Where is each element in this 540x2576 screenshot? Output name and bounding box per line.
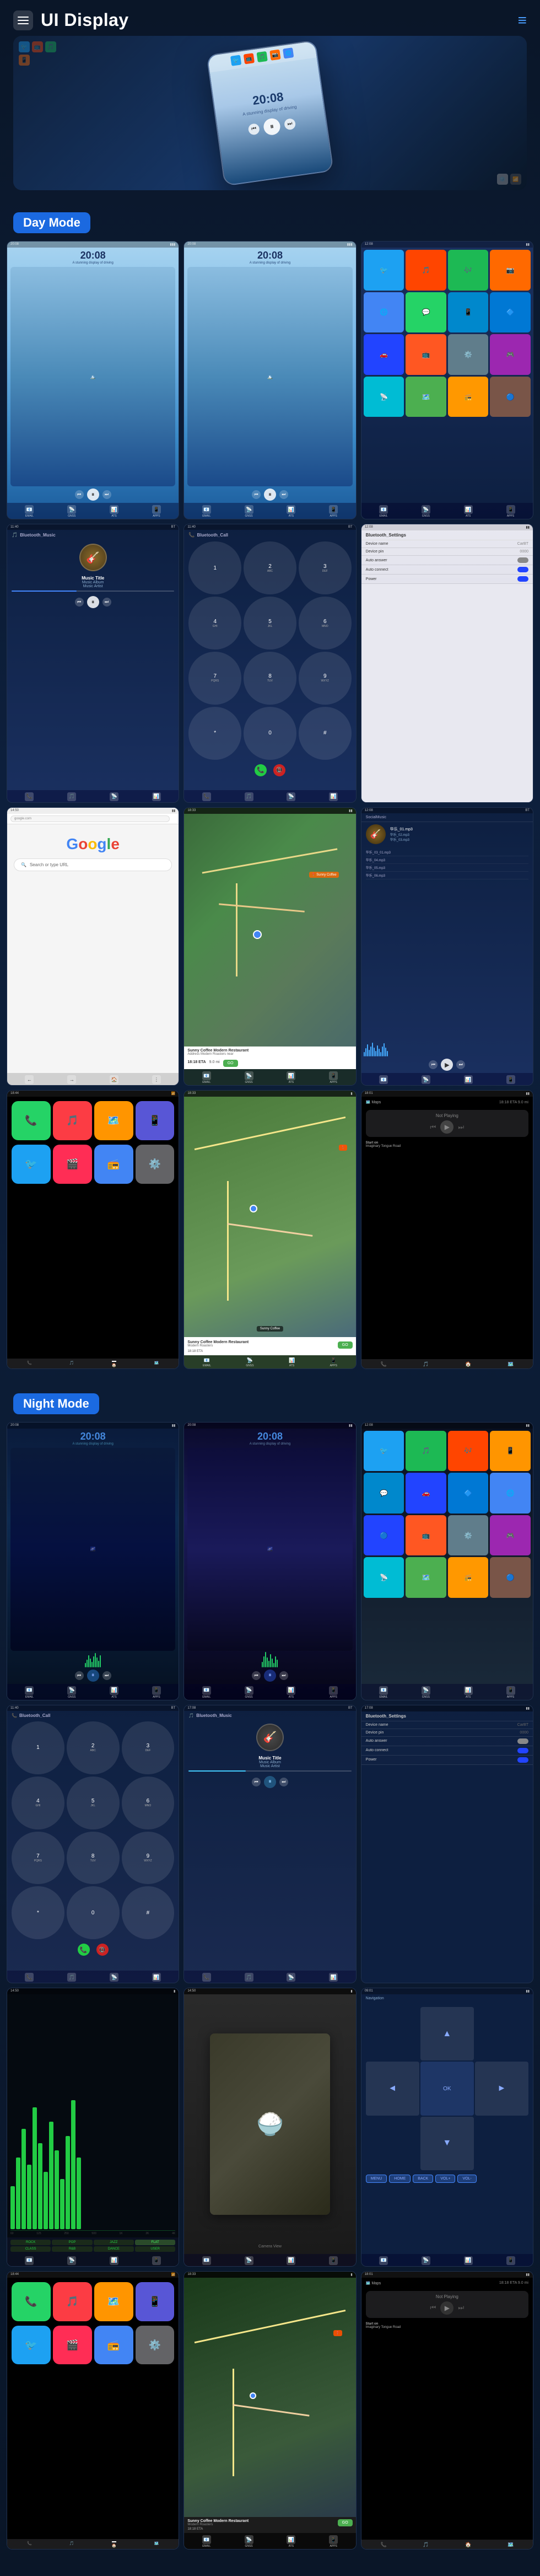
night-auto-connect-row: Auto connect <box>361 1746 533 1756</box>
screen-nav-map-day: 18:33▮ 📍 Sunny Coffee Sunny Coffee Moder… <box>183 1090 356 1368</box>
google-search-bar[interactable]: 🔍 Search or type URL <box>14 858 172 871</box>
power-row: Power <box>361 575 533 584</box>
screen-night-apps: 12:08▮▮ 🐦 🎵 🎶 📱 💬 🚗 🔷 🌐 🔵 📺 ⚙️ 🎮 📡 🗺️ 📻 … <box>361 1422 533 1700</box>
screen-night-crosshair: 09:01▮▮ Navigation ▲ ◄ OK ► ▼ MENU HOME … <box>361 1988 533 2266</box>
day-bt-row: 11:40BT 🎵 Bluetooth_Music 🎸 Music Title … <box>7 524 533 802</box>
night-bt-row: 11:40BT 📞 Bluetooth_Call 1 2ABC 3DEF 4GH… <box>7 1705 533 1983</box>
screen-day-home-1: 20:08▮▮▮ 20:08 A stunning display of dri… <box>7 241 179 519</box>
bt-music-controls: ⏮ ⏸ ⏭ <box>7 594 179 610</box>
day-home-row: 20:08▮▮▮ 20:08 A stunning display of dri… <box>7 241 533 519</box>
night-mode-badge: Night Mode <box>13 1393 99 1414</box>
hero-time: 20:08 <box>252 89 284 108</box>
night-go-button[interactable]: GO <box>338 2519 353 2526</box>
player-controls-1: ⏮ ⏸ ⏭ <box>7 486 179 503</box>
auto-answer-row: Auto answer <box>361 556 533 565</box>
screen-bt-settings: 12:08▮▮ Bluetooth_Settings Device nameCa… <box>361 524 533 802</box>
hero-area: 🐦 📺 🎵 📱 🐦 📺 🎵 📷 🌐 20:08 A stunning displ… <box>13 36 527 190</box>
screen-google: 14:50▮▮ google.com ↻ Google 🔍 Search or … <box>7 807 179 1086</box>
time-display-2: 20:08 <box>184 248 355 261</box>
crosshair-navigation: ▲ ◄ OK ► ▼ <box>361 2003 533 2174</box>
subtitle-1: A stunning display of driving <box>7 261 179 265</box>
night-power-row: Power <box>361 1756 533 1765</box>
screen-night-bt-call: 11:40BT 📞 Bluetooth_Call 1 2ABC 3DEF 4GH… <box>7 1705 179 1983</box>
day-misc-row: 14:50▮▮ google.com ↻ Google 🔍 Search or … <box>7 807 533 1086</box>
day-mode-badge: Day Mode <box>13 212 90 233</box>
screen-night-camera: 14:50▮ 🍚 Camera View 📧 📡 📊 📱 <box>183 1988 356 2266</box>
url-bar[interactable]: google.com <box>10 815 170 822</box>
screen-bt-music: 11:40BT 🎵 Bluetooth_Music 🎸 Music Title … <box>7 524 179 802</box>
go-button[interactable]: GO <box>223 1060 238 1067</box>
night-time-1: 20:08 <box>7 1429 179 1442</box>
auto-connect-row: Auto connect <box>361 565 533 575</box>
screen-carplay-home: 18:44📶 📞 🎵 🗺️ 📱 🐦 🎬 📻 ⚙️ 📞 🎵 <box>7 1090 179 1368</box>
device-name-row: Device nameCarBT <box>361 540 533 548</box>
go-button-2[interactable]: GO <box>338 1341 353 1349</box>
page-title: UI Display <box>41 10 129 30</box>
time-display-1: 20:08 <box>7 248 179 261</box>
night-auto-answer-row: Auto answer <box>361 1737 533 1746</box>
night-misc-row: 14:50▮ <box>7 1988 533 2266</box>
screen-night-nav-map: 18:33▮ 📍 Sunny Coffee Modern Restaurant … <box>183 2271 356 2550</box>
screen-bt-call: 11:40BT 📞 Bluetooth_Call 1 2ABC 3DEF 4GH… <box>183 524 356 802</box>
night-carplay-row: 18:44📶 📞 🎵 🗺️ 📱 🐦 🎬 📻 ⚙️ 📞 🎵 <box>7 2271 533 2550</box>
screen-night-bt-music: 17:08BT 🎵 Bluetooth_Music 🎸 Music Title … <box>183 1705 356 1983</box>
menu-button[interactable] <box>13 10 33 30</box>
dialpad: 1 2ABC 3DEF 4GHI 5JKL 6MNO 7PQRS 8TUV 9W… <box>184 539 355 761</box>
page-header: UI Display ≡ <box>0 0 540 36</box>
screen-not-playing: 18:01▮▮ 🗺️ Maps 18:18 ETA 9.0 mi Not Pla… <box>361 1090 533 1368</box>
night-home-row: 20:08▮▮ 20:08 A stunning display of driv… <box>7 1422 533 1700</box>
screen-night-eq: 14:50▮ <box>7 1988 179 2266</box>
hero-player-controls: ⏮ ⏸ ⏭ <box>247 115 296 138</box>
app-grid: 🐦 🎵 🎶 📷 🌐 💬 📱 🔷 🚗 📺 ⚙️ 🎮 📡 🗺️ 📻 🔵 <box>361 248 533 419</box>
screen-night-home-2: 20:08▮▮ 20:08 A stunning display of driv… <box>183 1422 356 1700</box>
local-music-list: 华乐_03_01.mp3 华乐_04.mp3 华乐_05.mp3 华乐_06.m… <box>361 846 533 882</box>
night-music-info: Music Title Music Album Music Artist <box>184 1756 355 1768</box>
navigation-icon[interactable]: ≡ <box>518 12 527 29</box>
browser-reload[interactable]: ↻ <box>172 816 176 821</box>
hero-tablet: 🐦 📺 🎵 📷 🌐 20:08 A stunning display of dr… <box>206 40 333 186</box>
screen-night-home-1: 20:08▮▮ 20:08 A stunning display of driv… <box>7 1422 179 1700</box>
screen-night-bt-settings: 17:08▮▮ Bluetooth_Settings Device nameCa… <box>361 1705 533 1983</box>
screen-day-home-2: 20:08▮▮▮ 20:08 A stunning display of dri… <box>183 241 356 519</box>
night-device-name-row: Device nameCarBT <box>361 1721 533 1729</box>
screen-night-not-playing: 18:01▮▮ 🗺️ Maps 18:18 ETA 9.0 mi Not Pla… <box>361 2271 533 2550</box>
night-music-art: 🎸 <box>256 1724 284 1751</box>
music-art: 🎸 <box>79 544 107 571</box>
screen-map: 18:33▮▮ 📍 Sunny Coffee Sunny Coffee Mode… <box>183 807 356 1086</box>
music-info: Music Title Music Album Music Artist <box>7 576 179 588</box>
waveform <box>361 1040 533 1056</box>
night-app-grid: 🐦 🎵 🎶 📱 💬 🚗 🔷 🌐 🔵 📺 ⚙️ 🎮 📡 🗺️ 📻 🔵 <box>361 1429 533 1600</box>
night-dialpad: 1 2ABC 3DEF 4GHI 5JKL 6MNO 7PQRS 8TUV 9W… <box>7 1719 179 1941</box>
device-pin-row: Device pin0000 <box>361 548 533 556</box>
hero-subtitle: A stunning display of driving <box>242 104 297 117</box>
screen-day-apps: 12:08▮▮ 🐦 🎵 🎶 📷 🌐 💬 📱 🔷 🚗 📺 ⚙️ 🎮 📡 🗺️ 📻 … <box>361 241 533 519</box>
screen-night-carplay: 18:44📶 📞 🎵 🗺️ 📱 🐦 🎬 📻 ⚙️ 📞 🎵 <box>7 2271 179 2550</box>
google-logo: Google <box>7 824 179 858</box>
day-carplay-row: 18:44📶 📞 🎵 🗺️ 📱 🐦 🎬 📻 ⚙️ 📞 🎵 <box>7 1090 533 1368</box>
screen-local-music: 12:08BT SocialMusic 🎸 华乐_01.mp3 华乐_02.mp… <box>361 807 533 1086</box>
navigation-panel: Sunny Coffee Modern Restaurant Address M… <box>184 1046 355 1069</box>
player-controls-2: ⏮ ⏸ ⏭ <box>184 486 355 503</box>
map-view: 📍 Sunny Coffee <box>184 814 355 1046</box>
night-device-pin-row: Device pin0000 <box>361 1729 533 1737</box>
